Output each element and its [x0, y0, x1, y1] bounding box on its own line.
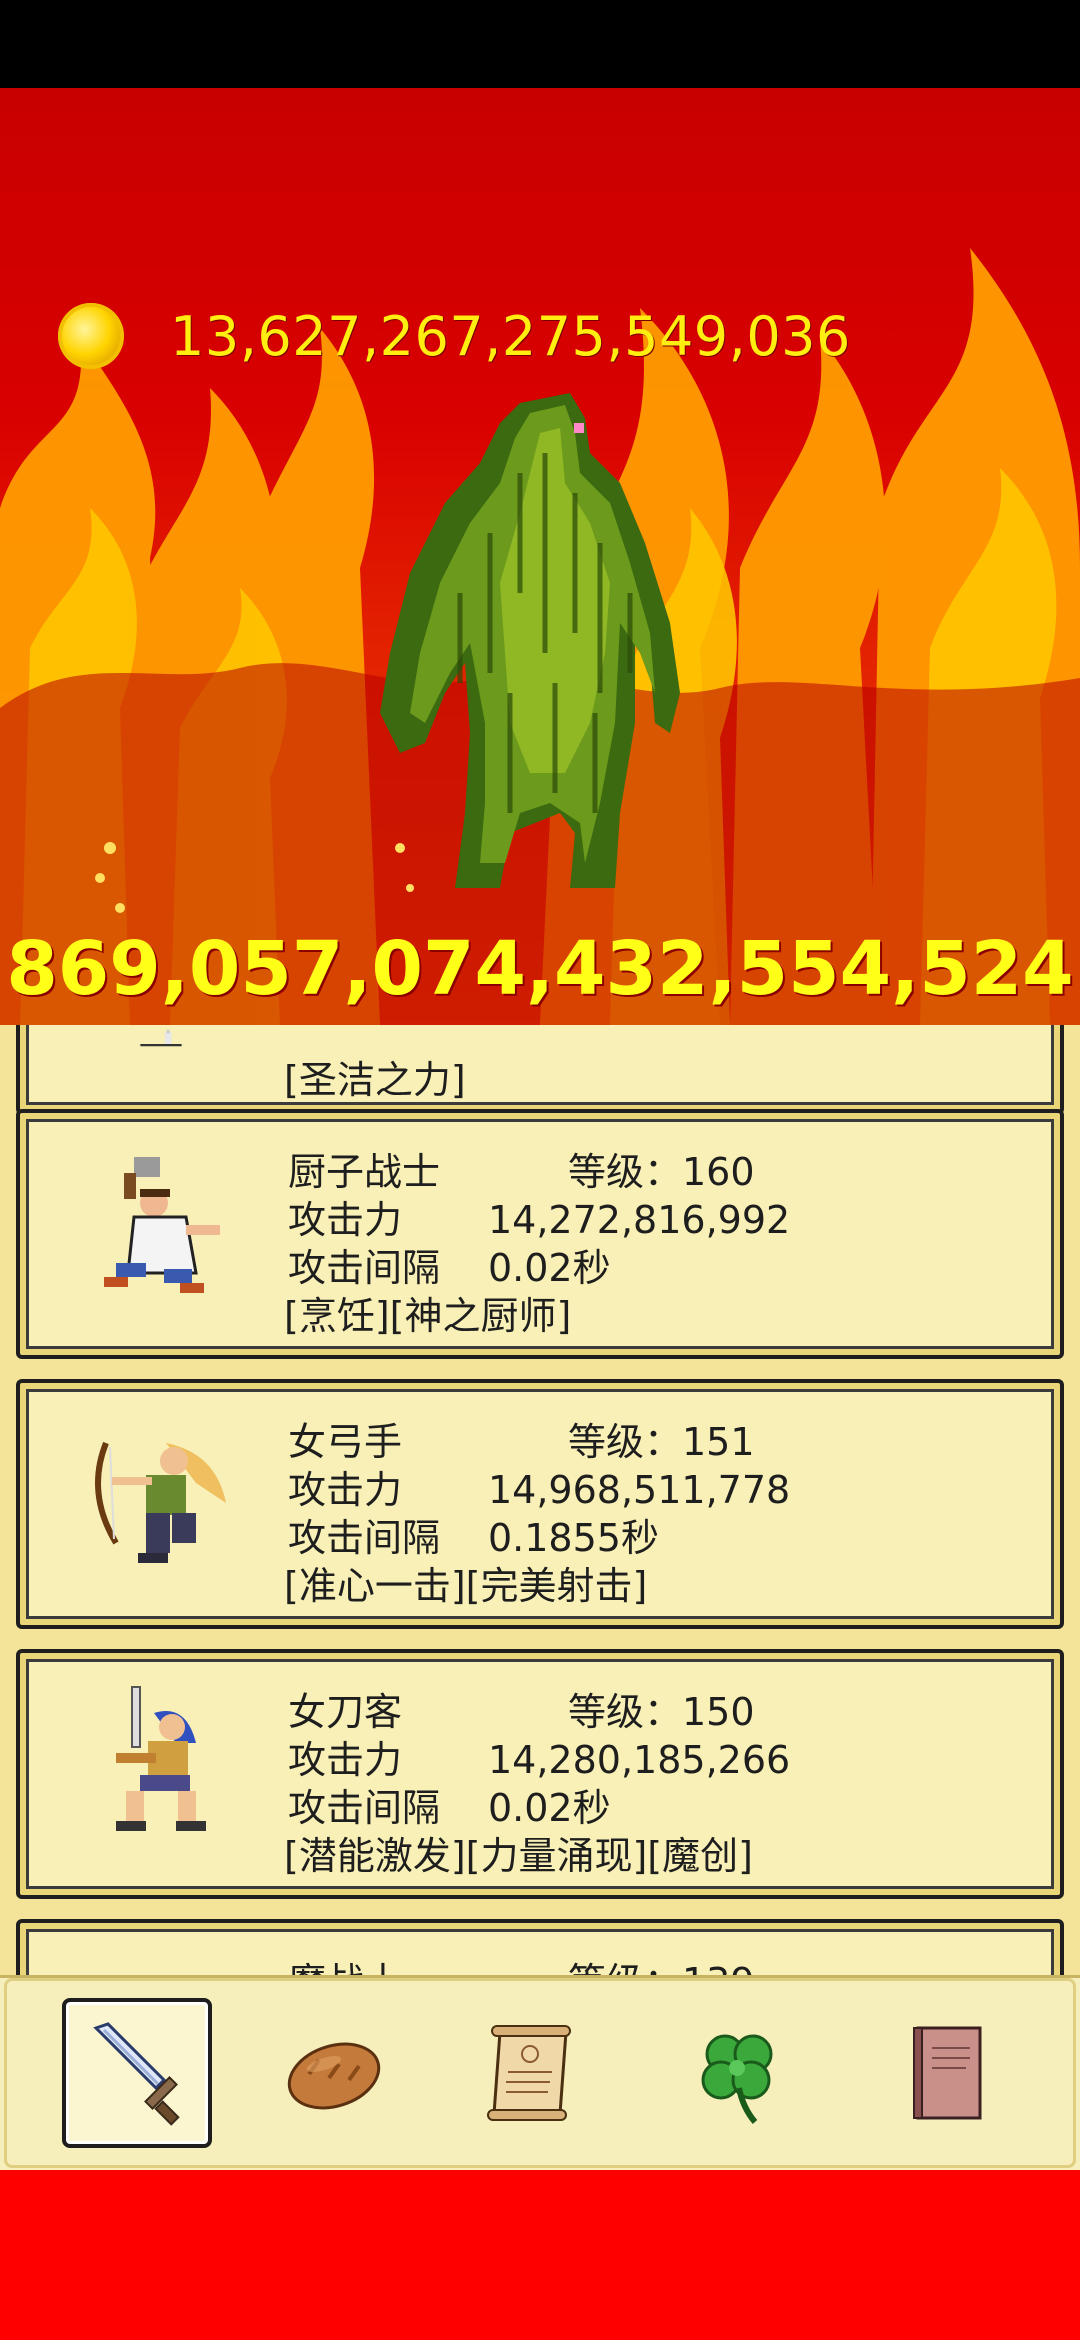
hero-level: 等级：151	[568, 1420, 755, 1464]
hero-level: 等级：139	[568, 1951, 755, 1975]
battle-area[interactable]: 13,627,267,275,549,036 869,057,074,432,5…	[0, 88, 1080, 1025]
status-bar	[0, 0, 1080, 88]
archer-girl-icon	[95, 1441, 226, 1563]
attack-row: 攻击力 14,272,816,992	[288, 1189, 790, 1244]
hero-name: 女弓手	[288, 1420, 403, 1464]
hero-level: 等级：160	[568, 1150, 755, 1194]
gold-coin-icon	[58, 303, 124, 369]
nav-food-button[interactable]	[259, 1998, 409, 2148]
interval-row: 攻击间隔 0.02秒	[288, 1777, 611, 1832]
hero-card-partial-top[interactable]: [圣洁之力]	[16, 1025, 1064, 1115]
attack-label: 攻击力	[288, 1198, 403, 1242]
bread-icon	[287, 2042, 381, 2110]
blade-girl-icon	[116, 1686, 206, 1831]
interval-value: 0.1855秒	[488, 1516, 659, 1560]
clover-icon	[701, 2034, 773, 2124]
hero-sprite-icon	[140, 1029, 182, 1047]
hero-skills: [烹饪][神之厨师]	[284, 1294, 572, 1338]
interval-value: 0.02秒	[488, 1786, 611, 1830]
monster-hp: 869,057,074,432,554,524	[6, 926, 1074, 1012]
book-icon	[913, 2026, 982, 2120]
interval-row: 攻击间隔 0.1855秒	[288, 1507, 659, 1562]
hero-card[interactable]: 厨子战士 等级：160 攻击力 14,272,816,992 攻击间隔 0.02秒 …	[16, 1109, 1064, 1359]
footer-bar	[0, 2170, 1080, 2340]
chef-warrior-icon	[104, 1157, 220, 1293]
interval-row: 攻击间隔 0.02秒	[288, 1237, 611, 1292]
bottom-nav	[0, 1975, 1080, 2173]
hero-name: 厨子战士	[288, 1150, 441, 1194]
hero-skills: [潜能激发][力量涌现][魔创]	[284, 1834, 753, 1878]
interval-value: 0.02秒	[488, 1246, 611, 1290]
nav-book-button[interactable]	[872, 1998, 1022, 2148]
gold-amount: 13,627,267,275,549,036	[170, 304, 851, 368]
hero-skills: [圣洁之力]	[284, 1058, 466, 1102]
hero-level: 等级：150	[568, 1690, 755, 1734]
scroll-icon	[487, 2025, 571, 2121]
attack-value: 14,968,511,778	[488, 1468, 791, 1512]
sword-icon	[93, 2022, 180, 2126]
hero-card[interactable]: 女弓手 等级：151 攻击力 14,968,511,778 攻击间隔 0.1855秒…	[16, 1379, 1064, 1629]
interval-label: 攻击间隔	[288, 1786, 441, 1830]
moss-golem-monster[interactable]	[370, 393, 710, 893]
hero-card-partial-bottom[interactable]: 魔战士 等级：139	[16, 1919, 1064, 1975]
attack-label: 攻击力	[288, 1738, 403, 1782]
gold-counter: 13,627,267,275,549,036	[58, 300, 851, 372]
hero-skills: [准心一击][完美射击]	[284, 1564, 648, 1608]
attack-row: 攻击力 14,968,511,778	[288, 1459, 790, 1514]
attack-label: 攻击力	[288, 1468, 403, 1512]
interval-label: 攻击间隔	[288, 1246, 441, 1290]
attack-value: 14,280,185,266	[488, 1738, 791, 1782]
nav-heroes-button[interactable]	[62, 1998, 212, 2148]
hero-name: 女刀客	[288, 1690, 403, 1734]
attack-row: 攻击力 14,280,185,266	[288, 1729, 790, 1784]
hero-card[interactable]: 女刀客 等级：150 攻击力 14,280,185,266 攻击间隔 0.02秒 […	[16, 1649, 1064, 1899]
attack-value: 14,272,816,992	[488, 1198, 791, 1242]
interval-label: 攻击间隔	[288, 1516, 441, 1560]
nav-luck-button[interactable]	[665, 1998, 815, 2148]
hero-name: 魔战士	[288, 1951, 402, 1975]
nav-quest-button[interactable]	[456, 1998, 606, 2148]
hero-list[interactable]: [圣洁之力] 厨子战士 等级：160 攻击力 14,272,816,992 攻击间…	[0, 1025, 1080, 1975]
